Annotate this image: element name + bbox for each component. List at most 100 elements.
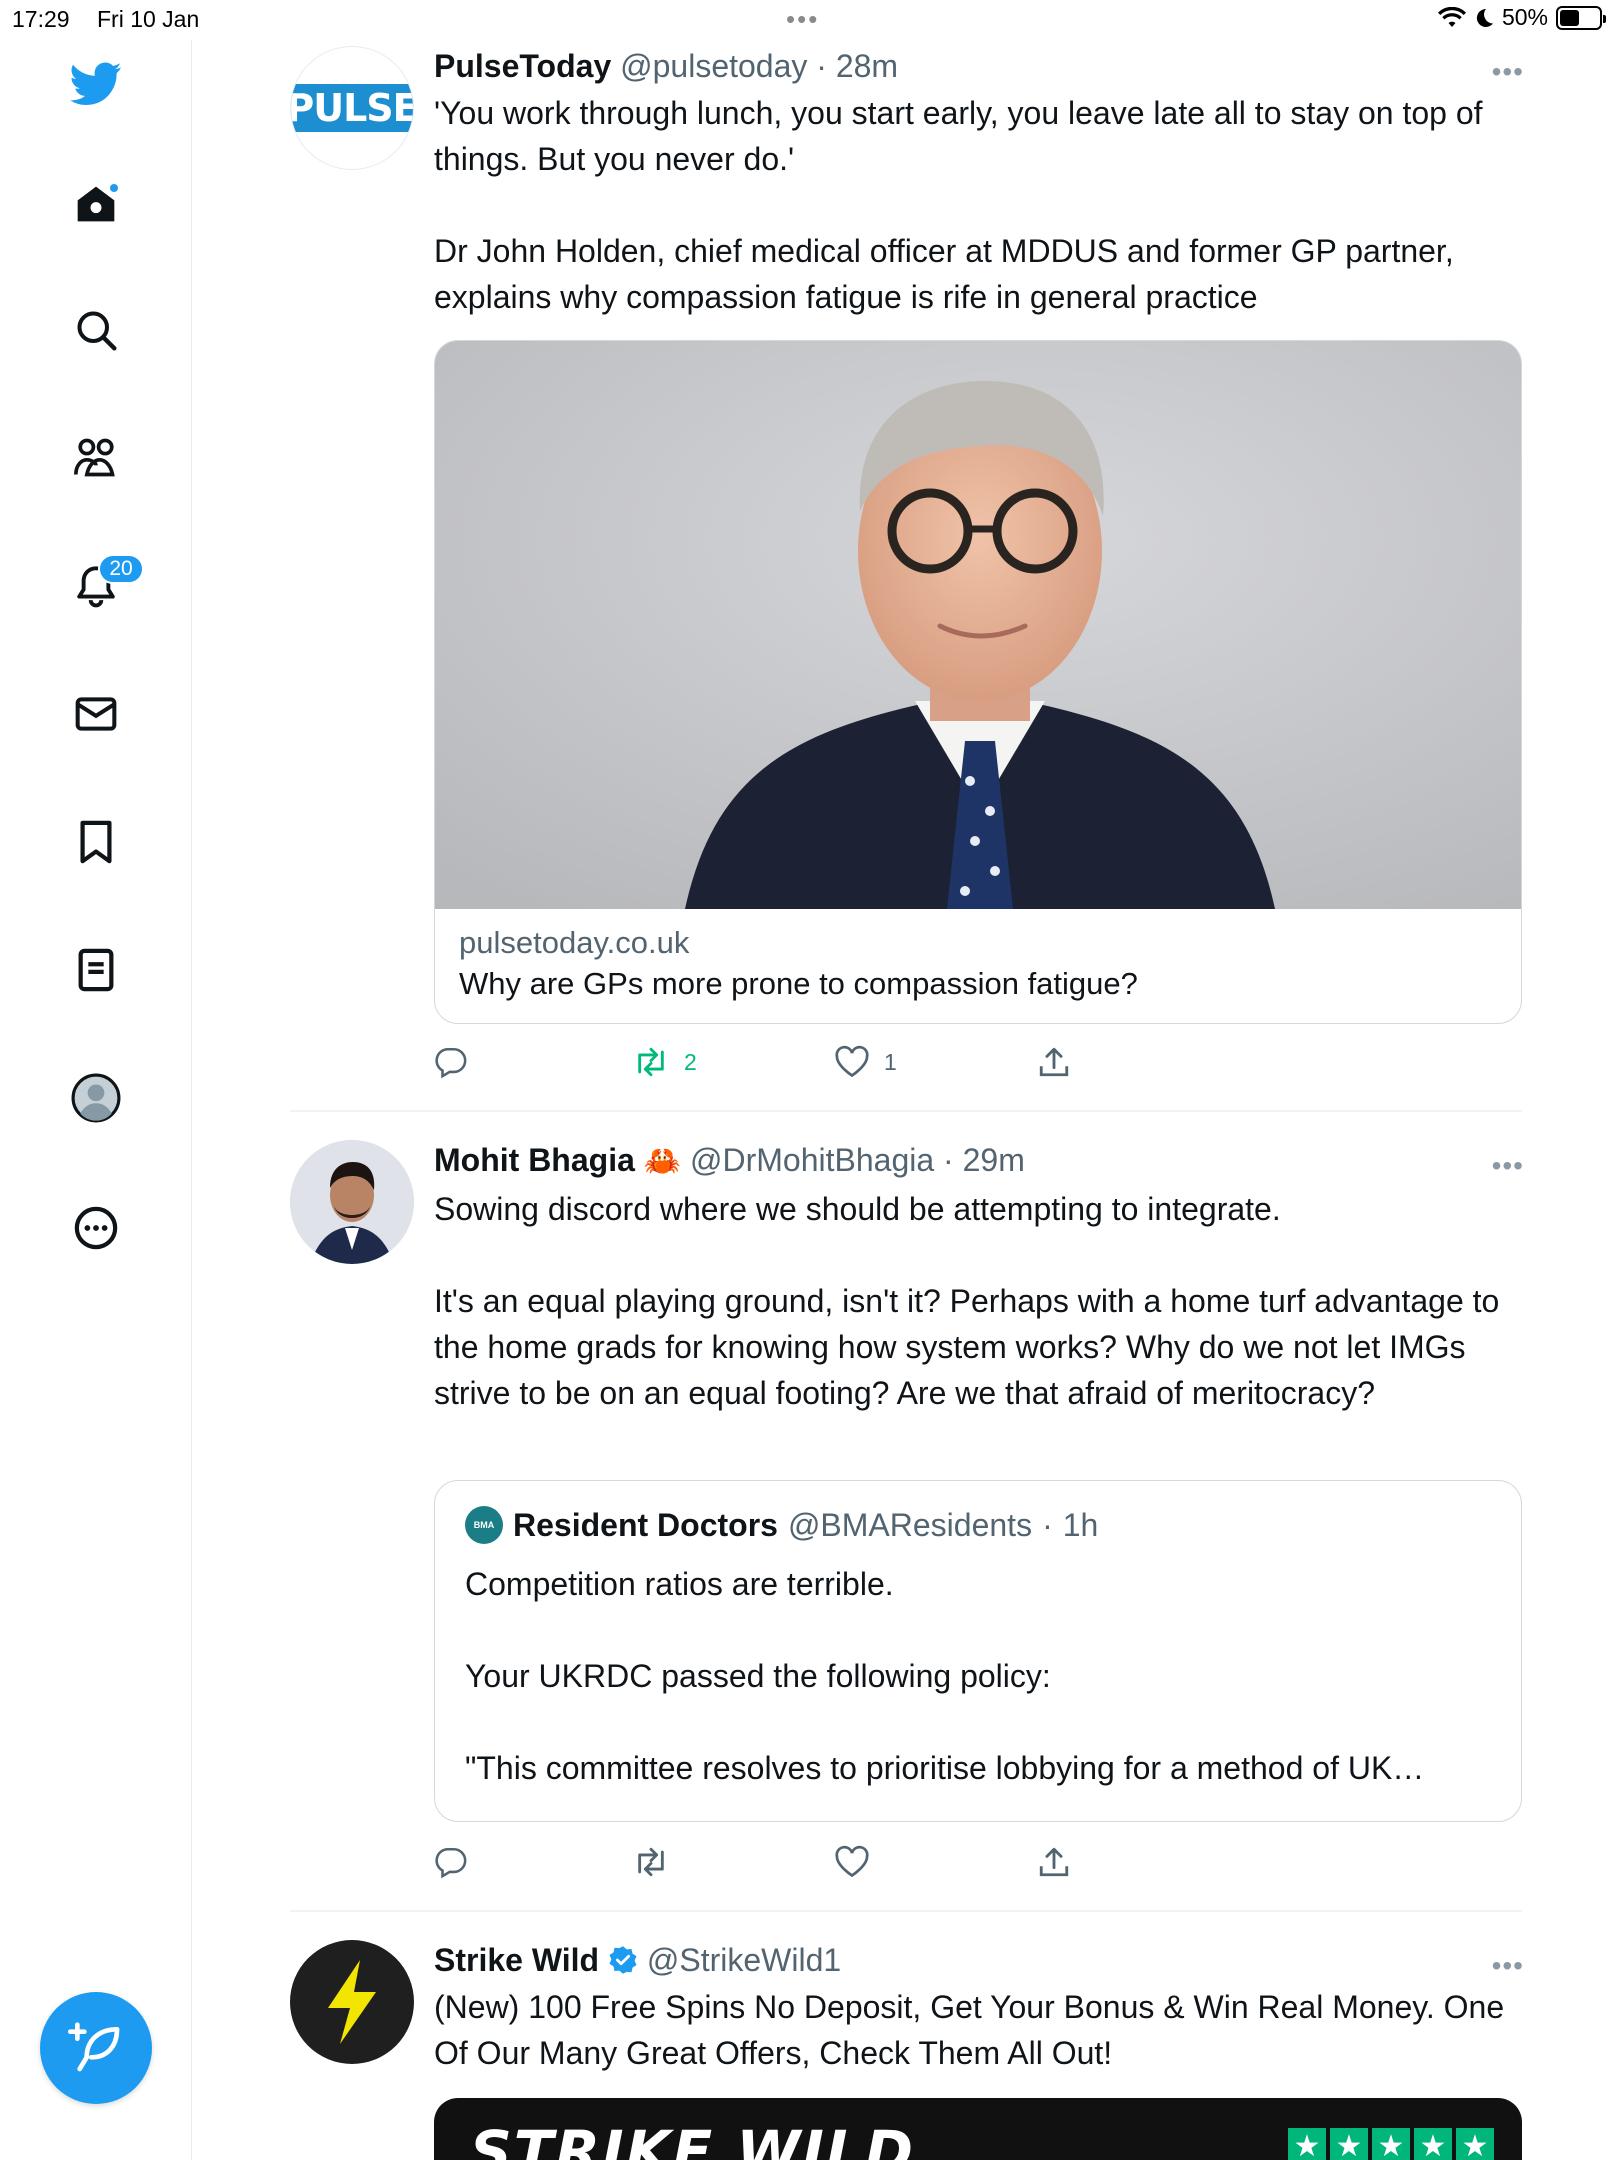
multitasking-dots[interactable]: ••• — [786, 4, 819, 35]
tweet-text: 'You work through lunch, you start early… — [434, 95, 1483, 315]
quoted-tweet-text: Competition ratios are terrible. Your UK… — [465, 1566, 1425, 1786]
promo-logo-text: STRIKE WILD — [470, 2118, 915, 2160]
tweet-more-options-button[interactable]: ••• — [1492, 1950, 1524, 1982]
sidebar-item-search[interactable] — [70, 304, 122, 356]
status-bar: 17:29 Fri 10 Jan ••• 50% — [0, 0, 1620, 40]
avatar[interactable]: PULSE — [290, 46, 414, 170]
retweet-button[interactable] — [632, 1845, 684, 1879]
tweet-timestamp[interactable]: 29m — [963, 1142, 1025, 1178]
status-date: Fri 10 Jan — [97, 6, 200, 32]
sidebar-item-notifications[interactable]: 20 — [70, 554, 144, 612]
sidebar-item-more[interactable] — [70, 1202, 122, 1254]
star-icon: ★ — [1330, 2128, 1368, 2160]
author-handle[interactable]: @DrMohitBhagia — [690, 1142, 934, 1178]
author-name[interactable]: Strike Wild — [434, 1942, 599, 1978]
battery-level-fill — [1560, 9, 1579, 26]
do-not-disturb-moon-icon — [1476, 8, 1493, 27]
tweet-text: (New) 100 Free Spins No Deposit, Get You… — [434, 1989, 1505, 2071]
sidebar-item-bookmarks[interactable] — [70, 816, 122, 868]
star-icon: ★ — [1456, 2128, 1494, 2160]
quoted-author-handle: @BMAResidents — [787, 1507, 1033, 1543]
tweet-actions — [434, 1840, 1134, 1884]
author-handle[interactable]: @pulsetoday — [620, 48, 807, 84]
pulse-logo: PULSE — [291, 84, 413, 132]
avatar[interactable] — [290, 1140, 414, 1264]
quoted-timestamp: 1h — [1062, 1507, 1099, 1543]
tweet-divider — [290, 1910, 1522, 1912]
rating-stars: ★ ★ ★ ★ ★ — [1288, 2128, 1494, 2160]
tweet-content: PulseToday @pulsetoday · 28m ••• 'You wo… — [434, 46, 1524, 320]
tweet-more-options-button[interactable]: ••• — [1492, 56, 1524, 88]
tweet-header: PulseToday @pulsetoday · 28m — [434, 46, 1524, 86]
separator-dot: · — [807, 48, 836, 84]
battery-icon — [1556, 5, 1606, 30]
battery-percentage: 50% — [1501, 4, 1548, 30]
separator-dot: · — [1042, 1507, 1053, 1543]
tweet-content: Mohit Bhagia 🦀 @DrMohitBhagia · 29m ••• … — [434, 1140, 1524, 1416]
tweet-header: Mohit Bhagia 🦀 @DrMohitBhagia · 29m — [434, 1140, 1524, 1182]
reply-button[interactable] — [434, 1845, 482, 1879]
sidebar-nav: 20 — [0, 40, 192, 2160]
ellipsis-icon: ••• — [1491, 1150, 1524, 1181]
crab-emoji: 🦀 — [643, 1145, 682, 1178]
lists-icon — [78, 948, 114, 992]
sidebar-item-lists[interactable] — [70, 944, 122, 996]
status-time: 17:29 — [12, 6, 70, 32]
retweet-icon — [638, 1847, 664, 1877]
compose-tweet-button[interactable] — [40, 1992, 152, 2104]
twitter-logo-icon[interactable] — [70, 58, 122, 110]
card-meta: pulsetoday.co.uk Why are GPs more prone … — [435, 909, 1521, 1019]
author-handle[interactable]: @StrikeWild1 — [647, 1942, 841, 1978]
status-indicators: 50% — [1437, 4, 1606, 31]
author-name[interactable]: Mohit Bhagia — [434, 1142, 635, 1178]
quoted-avatar: BMA — [465, 1506, 503, 1544]
tweet-actions: 2 1 — [434, 1040, 1134, 1084]
sidebar-item-profile[interactable] — [70, 1072, 122, 1124]
verified-badge-icon — [609, 1946, 637, 1974]
sidebar-item-messages[interactable] — [70, 688, 122, 740]
communities-icon — [74, 438, 115, 477]
star-icon: ★ — [1288, 2128, 1326, 2160]
ellipsis-icon: ••• — [1491, 1950, 1524, 1981]
retweet-button[interactable]: 2 — [632, 1045, 697, 1079]
profile-icon — [71, 1073, 121, 1123]
tweet-text: Sowing discord where we should be attemp… — [434, 1191, 1500, 1411]
tweet-timestamp[interactable]: 28m — [836, 48, 898, 84]
ellipsis-icon: ••• — [1491, 56, 1524, 87]
retweet-count: 2 — [684, 1048, 697, 1075]
quoted-tweet[interactable]: BMA Resident Doctors @BMAResidents · 1h Co… — [434, 1480, 1522, 1822]
home-new-dot — [108, 182, 120, 194]
retweet-icon — [638, 1047, 664, 1077]
reply-button[interactable] — [434, 1045, 482, 1079]
tweet-divider — [290, 1110, 1522, 1112]
card-domain: pulsetoday.co.uk — [459, 925, 690, 960]
separator-dot: · — [934, 1142, 963, 1178]
author-name[interactable]: PulseToday — [434, 48, 611, 84]
star-icon: ★ — [1372, 2128, 1410, 2160]
quoted-author-name: Resident Doctors — [513, 1507, 778, 1543]
tweet-header: Strike Wild @StrikeWild1 — [434, 1940, 1524, 1980]
like-button[interactable]: 1 — [834, 1045, 897, 1079]
link-preview-card[interactable]: pulsetoday.co.uk Why are GPs more prone … — [434, 340, 1522, 1024]
tweet-content: Strike Wild @StrikeWild1 ••• (New) 100 F… — [434, 1940, 1524, 2076]
wifi-icon — [1437, 6, 1466, 27]
tweet-more-options-button[interactable]: ••• — [1492, 1150, 1524, 1182]
sidebar-item-communities[interactable] — [70, 432, 122, 484]
compose-tweet-icon — [68, 2022, 120, 2072]
portrait-photo — [435, 341, 1521, 909]
avatar[interactable] — [290, 1940, 414, 2064]
card-title: Why are GPs more prone to compassion fat… — [459, 966, 1138, 1001]
share-button[interactable] — [1038, 1845, 1070, 1879]
reply-icon — [435, 1047, 467, 1079]
reply-icon — [435, 1847, 467, 1879]
share-button[interactable] — [1038, 1045, 1070, 1079]
search-icon — [77, 311, 117, 351]
promo-image[interactable]: STRIKE WILD ★ ★ ★ ★ ★ — [434, 2098, 1522, 2160]
bookmarks-icon — [80, 820, 112, 864]
avatar-photo — [290, 1140, 414, 1264]
lightning-bolt-icon — [328, 1960, 376, 2044]
notifications-count-badge: 20 — [98, 554, 144, 584]
like-button[interactable] — [834, 1845, 884, 1879]
heart-icon — [835, 1045, 869, 1078]
sidebar-item-home[interactable] — [70, 178, 122, 230]
